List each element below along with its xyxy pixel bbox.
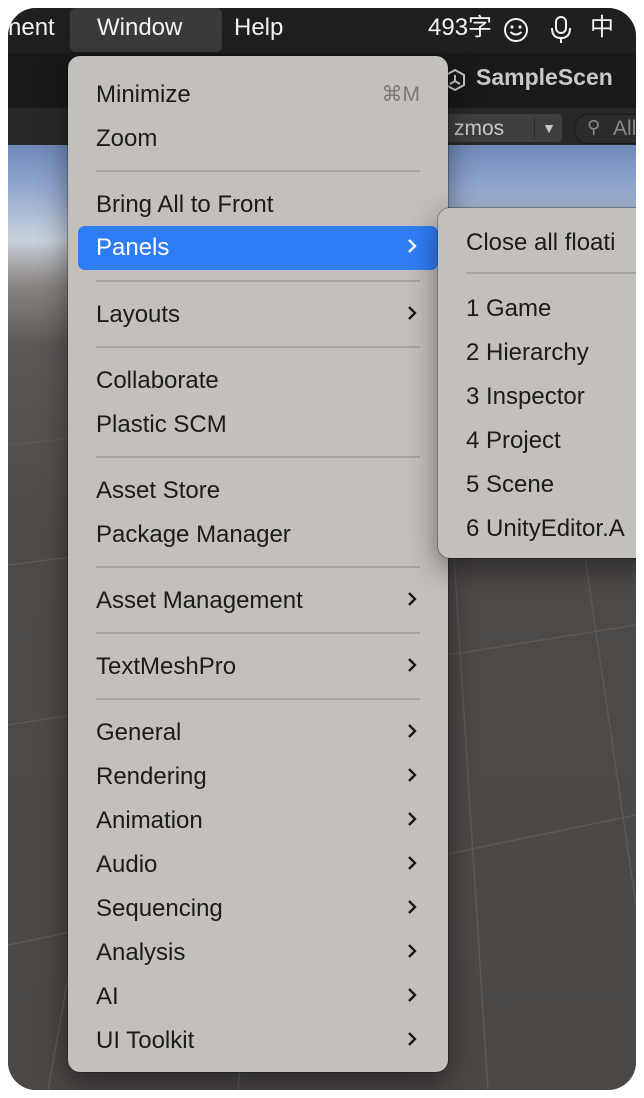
panels-submenu: Close all floati 1 Game 2 Hierarchy 3 In… xyxy=(438,208,636,558)
menu-item-panels[interactable]: Panels xyxy=(78,226,438,270)
menubar-item-window[interactable]: Window xyxy=(97,8,182,53)
chevron-right-icon xyxy=(408,306,417,320)
hierarchy-search-field[interactable]: ⚲ All xyxy=(574,114,636,144)
menu-separator xyxy=(96,280,420,282)
menu-item-textmeshpro[interactable]: TextMeshPro xyxy=(78,645,438,689)
menu-item-label: Panels xyxy=(96,234,170,261)
menu-item-plastic-scm[interactable]: Plastic SCM xyxy=(78,403,438,447)
submenu-item-scene[interactable]: 5 Scene xyxy=(466,471,554,499)
menu-item-label: Layouts xyxy=(96,301,181,328)
menu-separator xyxy=(96,632,420,634)
menu-item-label: Collaborate xyxy=(96,367,219,394)
menubar-item-partial[interactable]: nent xyxy=(8,8,55,53)
submenu-item-close-all-floating[interactable]: Close all floati xyxy=(466,229,615,257)
scene-tab-title[interactable]: SampleScen xyxy=(476,64,613,91)
gizmos-label: zmos xyxy=(454,117,505,140)
menu-item-ai[interactable]: AI xyxy=(78,975,438,1019)
menu-item-layouts[interactable]: Layouts xyxy=(78,293,438,337)
menu-item-label: General xyxy=(96,719,182,746)
menu-item-asset-management[interactable]: Asset Management xyxy=(78,579,438,623)
menu-separator xyxy=(96,456,420,458)
submenu-item-game[interactable]: 1 Game xyxy=(466,295,551,323)
menu-separator xyxy=(96,566,420,568)
chevron-right-icon xyxy=(408,900,417,914)
chevron-right-icon xyxy=(408,988,417,1002)
menu-item-bring-all-to-front[interactable]: Bring All to Front xyxy=(78,183,438,227)
menu-item-label: Animation xyxy=(96,807,203,834)
chevron-right-icon xyxy=(408,768,417,782)
shortcut-label: ⌘M xyxy=(381,83,421,106)
chevron-right-icon xyxy=(408,592,417,606)
chevron-right-icon xyxy=(408,658,417,672)
microphone-icon[interactable] xyxy=(548,15,574,45)
word-count-status[interactable]: 493字 xyxy=(428,8,492,53)
menu-separator xyxy=(96,698,420,700)
menu-item-rendering[interactable]: Rendering xyxy=(78,755,438,799)
menu-item-label: AI xyxy=(96,983,119,1010)
screenshot-frame: SampleScen zmos ▼ ⚲ All nent Window Help… xyxy=(8,8,636,1090)
submenu-item-unityeditor[interactable]: 6 UnityEditor.A xyxy=(466,515,625,543)
menu-item-analysis[interactable]: Analysis xyxy=(78,931,438,975)
chevron-right-icon xyxy=(408,1032,417,1046)
chevron-right-icon xyxy=(408,944,417,958)
menu-item-label: Sequencing xyxy=(96,895,223,922)
window-menu: Minimize ⌘M Zoom Bring All to Front Pane… xyxy=(68,56,448,1072)
menu-item-label: Package Manager xyxy=(96,521,291,548)
chevron-right-icon xyxy=(408,812,417,826)
chevron-right-icon xyxy=(408,856,417,870)
menubar-item-help[interactable]: Help xyxy=(234,8,283,53)
menu-item-package-manager[interactable]: Package Manager xyxy=(78,513,438,557)
input-method-indicator[interactable]: 中 xyxy=(590,8,614,53)
submenu-item-hierarchy[interactable]: 2 Hierarchy xyxy=(466,339,589,367)
search-icon: ⚲ xyxy=(587,117,601,137)
menu-item-ui-toolkit[interactable]: UI Toolkit xyxy=(78,1019,438,1063)
search-placeholder: All xyxy=(613,117,636,140)
menu-item-zoom[interactable]: Zoom xyxy=(78,117,438,161)
macos-menubar: nent Window Help 493字 中 xyxy=(8,8,636,53)
menu-item-collaborate[interactable]: Collaborate xyxy=(78,359,438,403)
menu-separator xyxy=(466,272,636,274)
menu-item-label: TextMeshPro xyxy=(96,653,237,680)
menu-item-label: Rendering xyxy=(96,763,207,790)
menu-item-general[interactable]: General xyxy=(78,711,438,755)
menu-item-label: UI Toolkit xyxy=(96,1027,195,1054)
menu-item-label: Plastic SCM xyxy=(96,411,227,438)
submenu-item-inspector[interactable]: 3 Inspector xyxy=(466,383,585,411)
menu-item-label: Bring All to Front xyxy=(96,191,274,218)
menu-separator xyxy=(96,170,420,172)
menu-item-asset-store[interactable]: Asset Store xyxy=(78,469,438,513)
menu-item-audio[interactable]: Audio xyxy=(78,843,438,887)
menu-item-label: Audio xyxy=(96,851,158,878)
menu-separator xyxy=(96,346,420,348)
menu-item-label: Asset Management xyxy=(96,587,303,614)
menu-item-label: Analysis xyxy=(96,939,186,966)
smiley-icon[interactable] xyxy=(502,16,530,44)
menu-item-label: Zoom xyxy=(96,125,158,152)
chevron-right-icon xyxy=(408,724,417,738)
menu-item-label: Minimize xyxy=(96,81,191,108)
submenu-item-project[interactable]: 4 Project xyxy=(466,427,561,455)
caret-down-icon[interactable]: ▼ xyxy=(534,117,563,140)
menu-item-label: Asset Store xyxy=(96,477,221,504)
menu-item-sequencing[interactable]: Sequencing xyxy=(78,887,438,931)
chevron-right-icon xyxy=(408,239,417,253)
menu-item-minimize[interactable]: Minimize ⌘M xyxy=(78,73,438,117)
menu-item-animation[interactable]: Animation xyxy=(78,799,438,843)
